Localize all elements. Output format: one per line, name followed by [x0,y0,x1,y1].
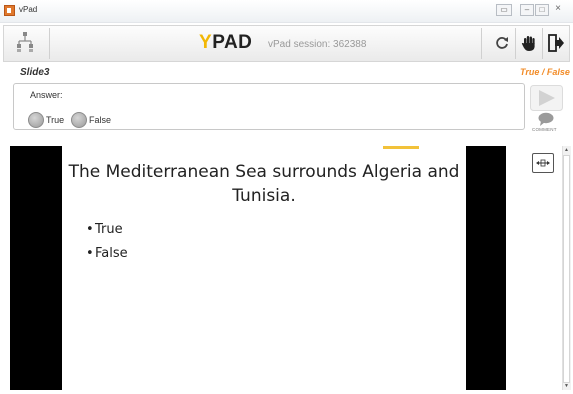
hand-raise-icon[interactable] [518,33,540,53]
network-icon[interactable] [16,31,34,53]
slide-title: Slide3 [20,67,50,78]
radio-true[interactable] [28,112,44,128]
session-text: vPad session: 362388 [268,39,367,50]
letterbox-left [10,146,62,390]
close-button[interactable]: × [551,4,565,16]
scroll-down-arrow[interactable]: ▼ [563,383,570,390]
app-icon [4,5,15,16]
radio-false[interactable] [71,112,87,128]
scroll-up-arrow[interactable]: ▲ [563,147,570,154]
logo-y: Y [199,32,213,53]
bullet-text: False [95,246,128,261]
radio-true-label[interactable]: True [46,115,64,125]
vpad-logo: YPAD [199,32,252,54]
comment-label[interactable]: COMMENT [532,127,557,132]
minimize-button[interactable]: – [520,4,534,16]
submit-arrow-button[interactable] [530,85,563,111]
slide-type-label: True / False [520,67,570,77]
logo-text: PAD [212,32,253,53]
maximize-button[interactable]: □ [535,4,549,16]
radio-false-label[interactable]: False [89,115,111,125]
slide-bullet-false: •False [86,246,128,261]
slide-bullet-true: •True [86,222,123,237]
answer-label: Answer: [30,90,63,100]
window-title: vPad [19,5,38,14]
title-bar [0,0,573,23]
slide-accent-bar [383,146,419,149]
exit-icon[interactable] [545,33,567,53]
slide-question: The Mediterranean Sea surrounds Algeria … [68,162,460,206]
comment-icon[interactable] [537,112,555,126]
letterbox-right [466,146,506,390]
refresh-icon[interactable] [491,33,513,53]
fit-to-screen-button[interactable] [532,153,554,173]
restore-window-button[interactable]: ▭ [496,4,512,16]
scrollbar-thumb[interactable] [563,155,570,383]
bullet-text: True [95,222,123,237]
